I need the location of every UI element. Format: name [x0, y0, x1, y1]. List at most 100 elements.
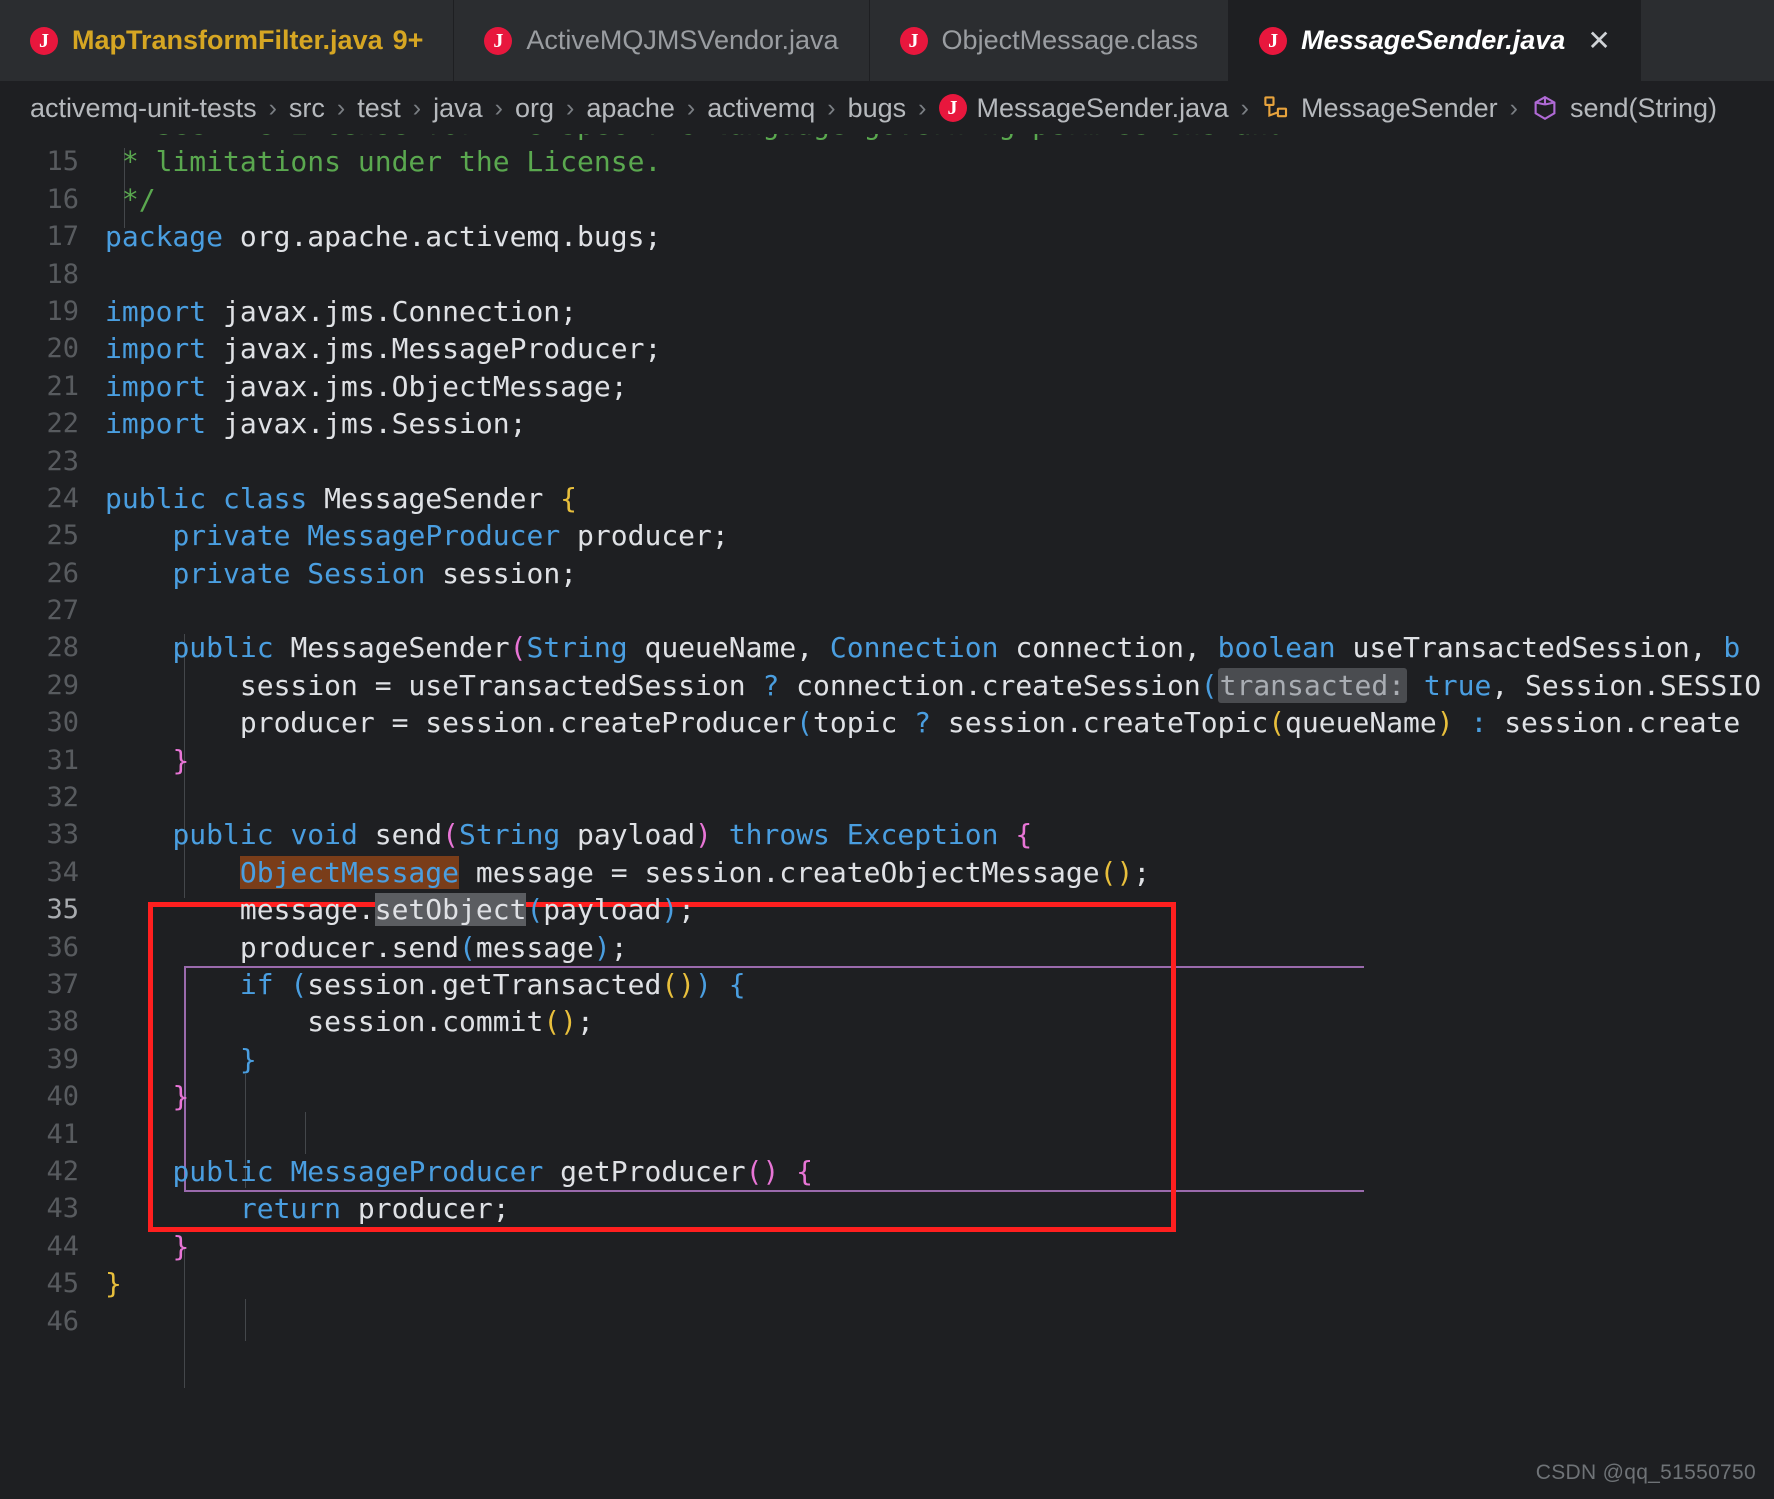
- paren: (: [1268, 706, 1285, 739]
- indent: [105, 931, 240, 964]
- indent: [105, 1192, 240, 1225]
- code-line: 39 }: [0, 1041, 1774, 1078]
- paren: (): [1100, 856, 1134, 889]
- code-line: 17 package org.apache.activemq.bugs;: [0, 218, 1774, 255]
- keyword-import: import: [105, 295, 206, 328]
- line-number: 34: [0, 854, 95, 891]
- keyword-public: public: [172, 631, 273, 664]
- semicolon: ;: [611, 931, 628, 964]
- assignment: session = useTransactedSession: [240, 669, 763, 702]
- line-number: 28: [0, 629, 95, 666]
- inlay-hint-transacted: transacted:: [1218, 668, 1407, 703]
- line-number: 27: [0, 592, 95, 629]
- code-line: 23: [0, 443, 1774, 480]
- keyword-import: import: [105, 332, 206, 365]
- breadcrumb-item-message-sender-class[interactable]: MessageSender: [1261, 93, 1498, 124]
- type-session: Session: [290, 557, 425, 590]
- breadcrumb-label: java: [433, 93, 483, 124]
- line-number: 35: [0, 891, 95, 928]
- line-number: 45: [0, 1265, 95, 1302]
- code-line: 31 }: [0, 742, 1774, 779]
- indent: [105, 1230, 172, 1263]
- line-number: 41: [0, 1116, 95, 1153]
- line-number: 18: [0, 256, 95, 293]
- param-queue-name: queueName,: [628, 631, 830, 664]
- paren: (: [1201, 669, 1218, 702]
- paren: (: [274, 968, 308, 1001]
- keyword-import: import: [105, 407, 206, 440]
- line-number: 24: [0, 480, 95, 517]
- keyword-private: private: [172, 519, 290, 552]
- field-name: session;: [425, 557, 577, 590]
- paren: (): [543, 1005, 577, 1038]
- tab-label: MapTransformFilter.java: [72, 27, 383, 54]
- var-message-decl: message = session.createObjectMessage: [459, 856, 1100, 889]
- paren: (: [459, 931, 476, 964]
- tab-activemq-jms-vendor[interactable]: J ActiveMQJMSVendor.java: [454, 0, 869, 81]
- code-line-current: 35 message.setObject(payload);: [0, 891, 1774, 928]
- line-number: 43: [0, 1190, 95, 1227]
- highlighted-token-set-object: setObject: [375, 893, 527, 926]
- breadcrumb-label: MessageSender.java: [977, 93, 1229, 124]
- queue-name-arg: queueName: [1285, 706, 1437, 739]
- constructor-name: MessageSender: [274, 631, 510, 664]
- create-session-call: connection.createSession: [779, 669, 1200, 702]
- tab-map-transform-filter[interactable]: J MapTransformFilter.java 9+: [0, 0, 454, 81]
- breadcrumb-separator-icon: ›: [495, 94, 503, 123]
- breadcrumb-item-java[interactable]: java: [433, 93, 483, 124]
- close-icon[interactable]: ✕: [1587, 27, 1610, 55]
- paren: (: [796, 706, 813, 739]
- line-number: 20: [0, 330, 95, 367]
- class-icon: [1261, 93, 1291, 123]
- breadcrumb-item-apache[interactable]: apache: [586, 93, 675, 124]
- paren: (: [442, 818, 459, 851]
- line-number: 32: [0, 779, 95, 816]
- package-name: org.apache.activemq.bugs;: [223, 220, 661, 253]
- import-name: javax.jms.ObjectMessage;: [206, 370, 627, 403]
- param-connection: connection,: [999, 631, 1218, 664]
- code-line: 18: [0, 256, 1774, 293]
- tab-label: ActiveMQJMSVendor.java: [526, 27, 838, 54]
- import-name: javax.jms.Connection;: [206, 295, 577, 328]
- closing-brace: }: [240, 1043, 257, 1076]
- paren: (): [661, 968, 695, 1001]
- code-editor[interactable]: 14 * See the License for the specific la…: [0, 134, 1774, 1499]
- tab-message-sender[interactable]: J MessageSender.java ✕: [1229, 0, 1641, 81]
- highlighted-token-object-message: ObjectMessage: [240, 856, 459, 889]
- breadcrumb-separator-icon: ›: [413, 94, 421, 123]
- breadcrumb-separator-icon: ›: [1241, 94, 1249, 123]
- breadcrumb-item-src[interactable]: src: [289, 93, 325, 124]
- breadcrumb-item-message-sender-file[interactable]: J MessageSender.java: [939, 93, 1229, 124]
- breadcrumb-item-org[interactable]: org: [515, 93, 554, 124]
- breadcrumb-item-send-method[interactable]: send(String): [1530, 93, 1717, 124]
- java-class-icon: J: [900, 27, 928, 55]
- method-name-send: send: [358, 818, 442, 851]
- tab-object-message-class[interactable]: J ObjectMessage.class: [870, 0, 1230, 81]
- semicolon: ;: [678, 893, 695, 926]
- field-name: producer;: [560, 519, 729, 552]
- line-number: 42: [0, 1153, 95, 1190]
- breadcrumb-item-activemq-unit-tests[interactable]: activemq-unit-tests: [30, 93, 257, 124]
- keyword-throws: throws: [712, 818, 830, 851]
- breadcrumb-item-activemq[interactable]: activemq: [707, 93, 815, 124]
- code-line: 45 }: [0, 1265, 1774, 1302]
- code-line: 27: [0, 592, 1774, 629]
- line-number: 23: [0, 443, 95, 480]
- line-number: 37: [0, 966, 95, 1003]
- line-number: 44: [0, 1228, 95, 1265]
- java-class-icon: J: [939, 94, 967, 122]
- paren: (): [746, 1155, 780, 1188]
- code-line: 15 * limitations under the License.: [0, 143, 1774, 180]
- indent: [105, 631, 172, 664]
- breadcrumb-item-test[interactable]: test: [357, 93, 401, 124]
- tab-label: MessageSender.java: [1301, 27, 1565, 54]
- paren: ): [695, 818, 712, 851]
- assignment: producer = session.createProducer: [240, 706, 796, 739]
- breadcrumb-item-bugs[interactable]: bugs: [848, 93, 907, 124]
- type-connection: Connection: [830, 631, 999, 664]
- code-line: 16 */: [0, 181, 1774, 218]
- create-queue-call: session.create: [1487, 706, 1740, 739]
- line-number: 29: [0, 667, 95, 704]
- tab-problem-badge: 9+: [393, 25, 424, 56]
- line-number: 16: [0, 181, 95, 218]
